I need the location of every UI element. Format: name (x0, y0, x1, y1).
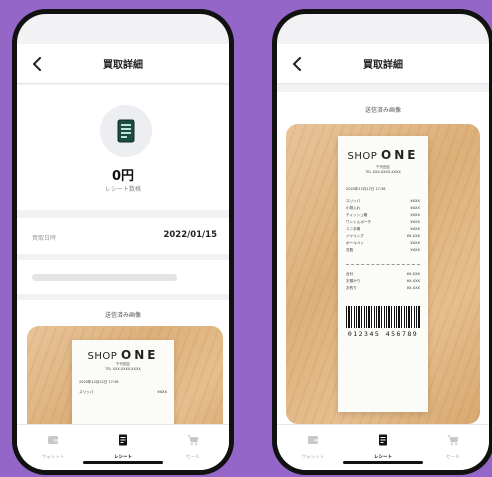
receipt-divider (346, 264, 420, 265)
purchase-date-row: 買取日時 2022/01/15 (17, 218, 229, 254)
sent-images-caption: 送信済み画像 (104, 312, 141, 319)
receipt-tel: TEL XXX-XXXX-XXXX (105, 367, 141, 371)
loading-placeholder (32, 274, 177, 281)
receipt-item: 小物入れ ¥XXX (346, 206, 420, 210)
page-title: 買取詳細 (363, 60, 403, 71)
receipt-item: ティッシュ箱 ¥XXX (346, 213, 420, 217)
home-indicator (83, 461, 163, 464)
screen-purchase-detail: 買取詳細 0円 レシート数格 買取日時 2022/01/15 送信済み画像 SH… (17, 14, 229, 470)
tab-receipt[interactable]: レシート (93, 431, 153, 460)
receipt-barcode-number: 012345 456789 (347, 330, 419, 338)
receipt-item: スリッパ ¥XXX (79, 390, 167, 394)
receipt-barcode (346, 306, 420, 328)
purchase-amount: 0円 (111, 169, 135, 184)
tab-wallet[interactable]: ウォレット (283, 431, 343, 460)
receipt-shop-name: SHOP ONE (347, 148, 419, 162)
receipt-paper: SHOP ONE 千代田区 TEL XXX-XXXX-XXXX 2020年12月… (338, 136, 428, 412)
receipt-item: スリッパ ¥XXX (346, 199, 420, 203)
receipt-date: 2020年12月12日 17:36 (346, 187, 386, 191)
nav-bar: 買取詳細 (277, 44, 489, 84)
sent-images-section: 送信済み画像 SHOP ONE 千代田区 TEL XXX-XXXX-XXXX 2… (277, 92, 489, 434)
back-button[interactable] (27, 52, 47, 76)
wallet-icon (308, 436, 318, 444)
receipt-item: ボールペン ¥XXX (346, 241, 420, 245)
receipt-total: お釣り ¥X,XXX (346, 286, 420, 290)
back-button[interactable] (287, 52, 307, 76)
nav-bar: 買取詳細 (17, 44, 229, 84)
purchase-date-value: 2022/01/15 (163, 230, 217, 240)
tab-bar: ウォレット レシート セール (277, 424, 489, 470)
receipt-total: お預かり ¥X,XXX (346, 279, 420, 283)
receipt-photo[interactable]: SHOP ONE 千代田区 TEL XXX-XXXX-XXXX 2020年12月… (286, 124, 480, 424)
amount-caption: レシート数格 (104, 186, 141, 193)
chevron-left-icon (33, 57, 41, 71)
sent-images-caption: 送信済み画像 (364, 107, 401, 114)
phone-right: 買取詳細 送信済み画像 SHOP ONE 千代田区 TEL XXX-XXXX-X… (272, 9, 492, 475)
purchase-date-label: 買取日時 (32, 235, 57, 242)
chevron-left-icon (293, 57, 301, 71)
receipt-item: 花瓶 ¥XXX (346, 248, 420, 252)
cart-icon (447, 435, 459, 446)
loading-row (17, 260, 229, 294)
receipt-icon (117, 119, 135, 143)
receipt-shop-name: SHOP ONE (87, 348, 159, 362)
tab-sale[interactable]: セール (163, 431, 223, 460)
phone-left: 買取詳細 0円 レシート数格 買取日時 2022/01/15 送信済み画像 SH… (12, 9, 234, 475)
receipt-date: 2020年12月12日 17:36 (79, 380, 119, 384)
receipt-badge (100, 105, 152, 157)
wallet-icon (48, 436, 58, 444)
receipt-item: イヤリング ¥X,XXX (346, 234, 420, 238)
tab-wallet[interactable]: ウォレット (23, 431, 83, 460)
tab-receipt[interactable]: レシート (353, 431, 413, 460)
home-indicator (343, 461, 423, 464)
receipt-icon (379, 434, 387, 446)
receipt-icon (119, 434, 127, 446)
page-title: 買取詳細 (103, 60, 143, 71)
receipt-item: ミニ手帳 ¥XXX (346, 227, 420, 231)
screen-sent-image: 買取詳細 送信済み画像 SHOP ONE 千代田区 TEL XXX-XXXX-X… (277, 14, 489, 470)
cart-icon (187, 435, 199, 446)
tab-sale[interactable]: セール (423, 431, 483, 460)
receipt-total: 合計 ¥X,XXX (346, 272, 420, 276)
receipt-item: ワンくんポーチ ¥XXX (346, 220, 420, 224)
receipt-tel: TEL XXX-XXXX-XXXX (365, 170, 401, 174)
tab-bar: ウォレット レシート セール (17, 424, 229, 470)
summary-card: 0円 レシート数格 (17, 85, 229, 210)
